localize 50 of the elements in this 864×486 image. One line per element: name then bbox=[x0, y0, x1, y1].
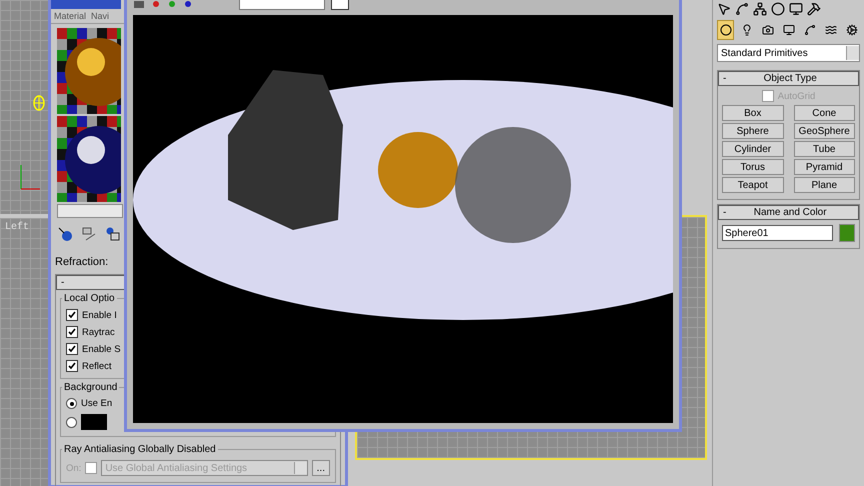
checkbox[interactable] bbox=[66, 309, 78, 321]
pointer-icon[interactable] bbox=[717, 2, 731, 16]
rollout-header[interactable]: - Name and Color bbox=[718, 205, 859, 220]
group-title: Ray Antialiasing Globally Disabled bbox=[62, 444, 218, 455]
hierarchy-icon[interactable] bbox=[753, 2, 767, 16]
render-dropdown[interactable] bbox=[239, 0, 325, 10]
primitive-button[interactable]: Cylinder bbox=[722, 141, 784, 157]
color-swatch[interactable] bbox=[81, 414, 107, 430]
sphere-assign-icon[interactable] bbox=[57, 226, 73, 242]
scrollbar[interactable] bbox=[57, 204, 123, 218]
primitive-button[interactable]: GeoSphere bbox=[794, 123, 855, 139]
category-dropdown[interactable]: Standard Primitives bbox=[717, 44, 860, 62]
option-label: Reflect bbox=[82, 360, 112, 372]
sphere-copy-icon[interactable] bbox=[105, 226, 121, 242]
radio-button[interactable] bbox=[66, 416, 77, 428]
title-bar bbox=[51, 0, 121, 9]
checkbox[interactable] bbox=[66, 343, 78, 355]
primitive-button[interactable]: Cone bbox=[794, 105, 855, 121]
channel-dot-icon[interactable] bbox=[167, 0, 177, 8]
primitive-button[interactable]: Torus bbox=[722, 159, 784, 175]
group-title: Background bbox=[62, 382, 120, 393]
checkbox[interactable] bbox=[66, 326, 78, 338]
color-box[interactable] bbox=[331, 0, 349, 10]
primitive-button[interactable]: Plane bbox=[794, 177, 855, 193]
option-label: Use En bbox=[81, 398, 112, 409]
object-color-swatch[interactable] bbox=[839, 224, 855, 242]
channel-dot-icon[interactable] bbox=[183, 0, 193, 8]
light-icon bbox=[33, 95, 45, 111]
primitive-button[interactable]: Tube bbox=[794, 141, 855, 157]
primitive-button[interactable]: Teapot bbox=[722, 177, 784, 193]
option-label: Raytrac bbox=[82, 326, 115, 338]
hammer-icon[interactable] bbox=[807, 2, 821, 16]
refraction-label: Refraction: bbox=[54, 255, 110, 270]
display-icon[interactable] bbox=[789, 2, 803, 16]
axis-icon bbox=[18, 163, 42, 191]
channel-dot-icon[interactable] bbox=[151, 0, 161, 8]
name-field[interactable]: Sphere01 bbox=[722, 225, 833, 241]
checkbox[interactable] bbox=[66, 360, 78, 372]
primitive-button[interactable]: Box bbox=[722, 105, 784, 121]
primitive-button[interactable]: Sphere bbox=[722, 123, 784, 139]
curve-tab-icon[interactable] bbox=[735, 2, 749, 16]
menu-item[interactable]: Navi bbox=[91, 11, 110, 21]
option-label: Enable S bbox=[82, 344, 121, 354]
menu-item[interactable]: Material bbox=[54, 11, 86, 21]
radio-button[interactable] bbox=[66, 398, 77, 409]
option-label: Enable I bbox=[82, 310, 117, 320]
viewport-label: Left bbox=[5, 222, 30, 233]
primitive-button[interactable]: Pyramid bbox=[794, 159, 855, 175]
rollout-header[interactable]: - Object Type bbox=[718, 71, 859, 86]
group-title: Local Optio bbox=[62, 293, 117, 304]
